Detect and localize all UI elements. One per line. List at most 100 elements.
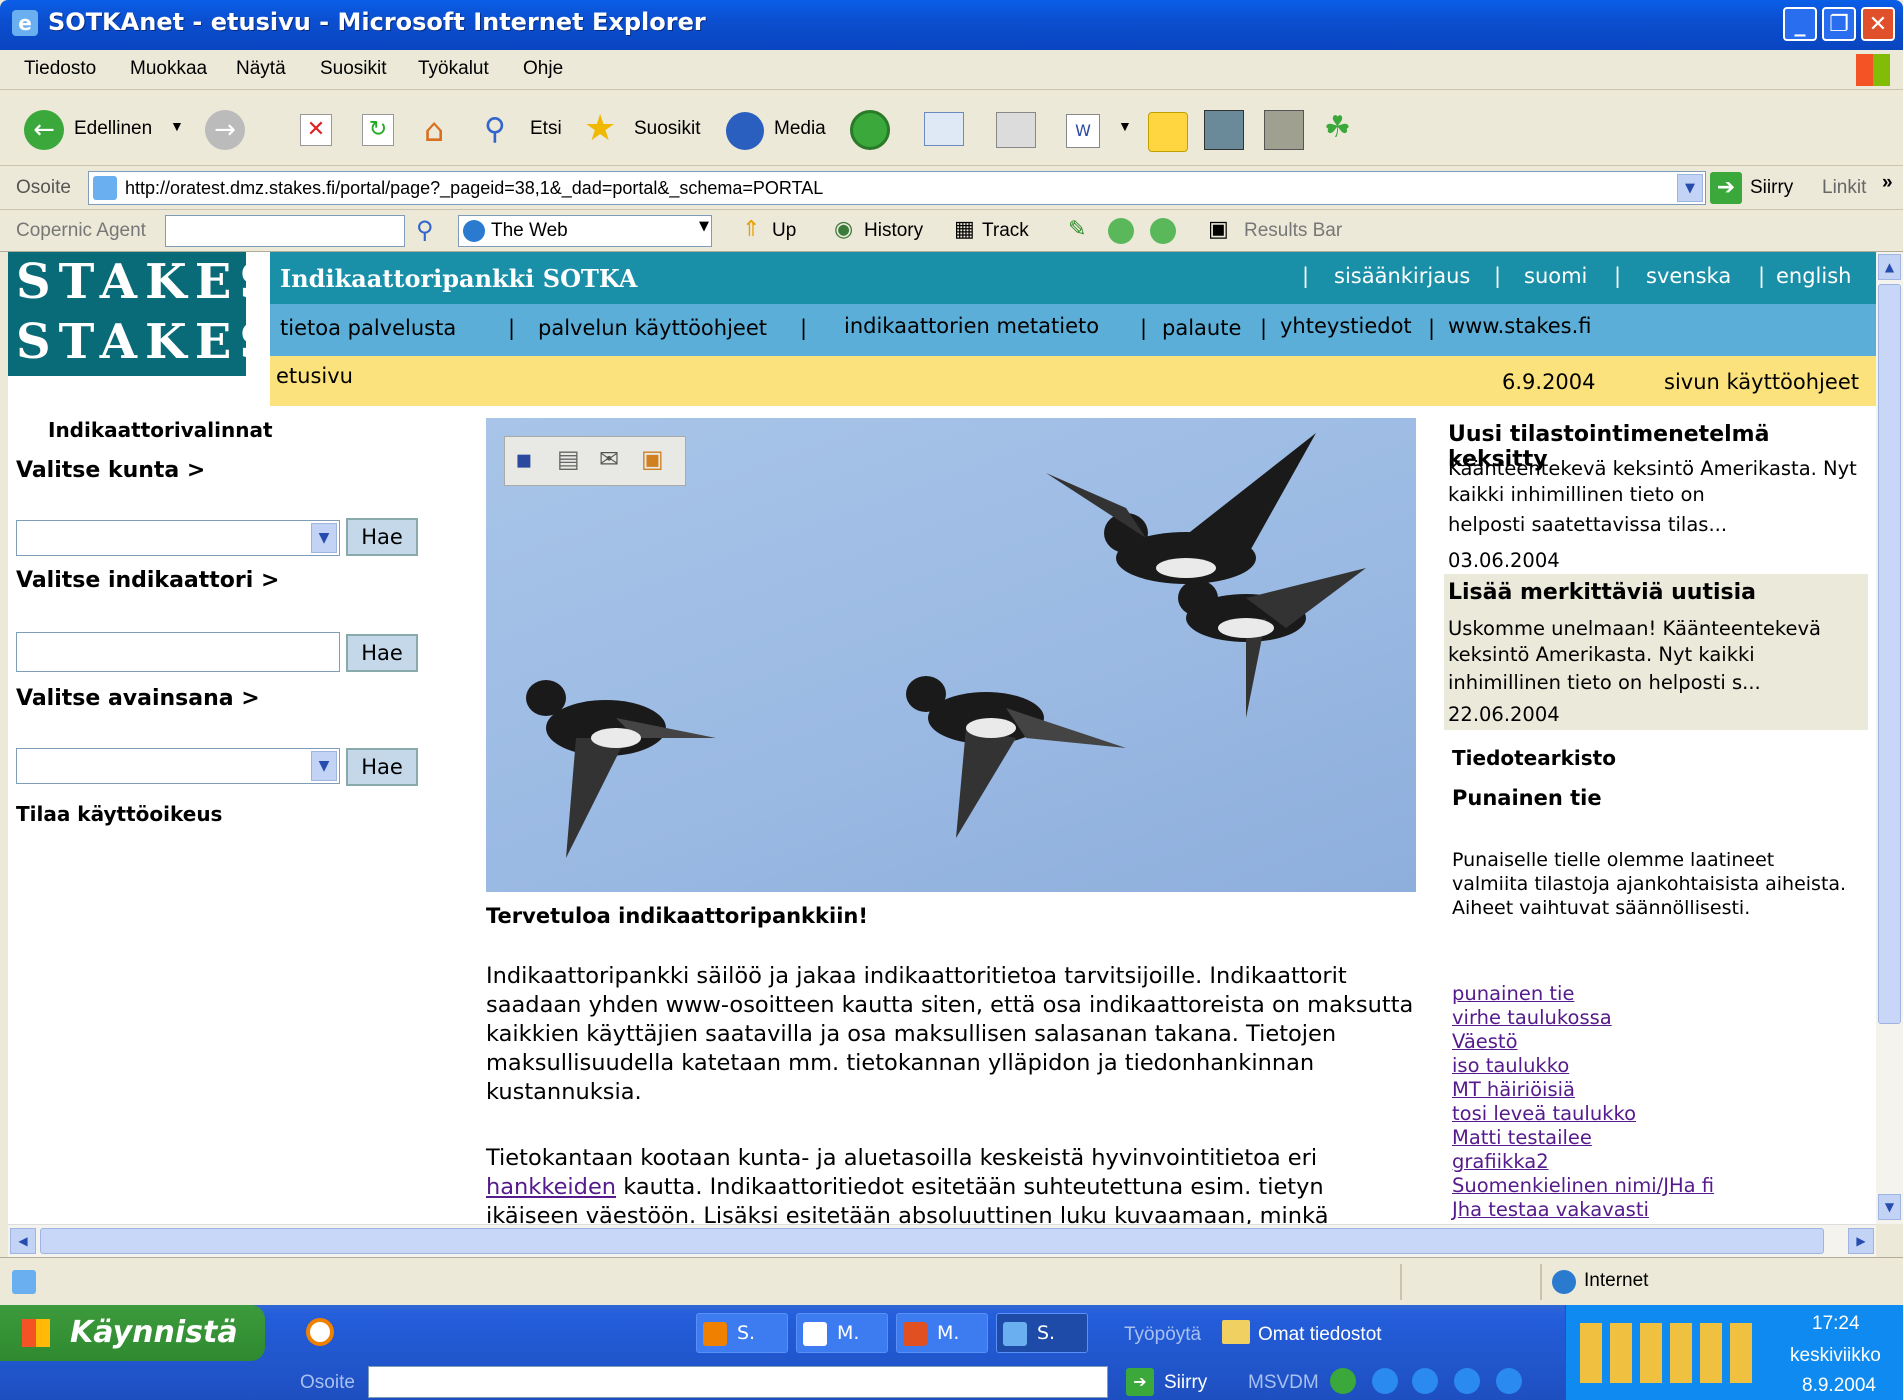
search-icon[interactable]: ⚲ [484, 110, 524, 150]
chevron-down-icon[interactable]: ▼ [311, 523, 337, 553]
up-arrow-icon[interactable]: ⇑ [742, 216, 760, 242]
history-icon[interactable] [850, 110, 890, 150]
hscroll-thumb[interactable] [40, 1228, 1824, 1254]
keyword-select[interactable]: ▼ [16, 748, 340, 784]
search-label[interactable]: Etsi [530, 118, 562, 140]
back-small-icon[interactable] [1108, 218, 1134, 244]
desktop-4-icon[interactable] [1454, 1368, 1480, 1394]
municipality-search-button[interactable]: Hae [346, 518, 418, 556]
up-label[interactable]: Up [772, 220, 796, 242]
indicator-search-button[interactable]: Hae [346, 634, 418, 672]
stop-icon[interactable]: ✕ [300, 114, 332, 146]
history-small-icon[interactable]: ◉ [834, 216, 853, 242]
menu-edit[interactable]: Muokkaa [130, 58, 207, 80]
menu-help[interactable]: Ohje [523, 58, 563, 80]
taskbar-go-label[interactable]: Siirry [1164, 1372, 1207, 1394]
track-icon[interactable]: ▦ [954, 216, 975, 242]
forward-icon[interactable]: → [205, 110, 245, 150]
menu-file[interactable]: Tiedosto [24, 58, 96, 80]
links-label[interactable]: Linkit [1822, 177, 1866, 199]
research-icon[interactable] [1204, 110, 1244, 150]
mydocs-label[interactable]: Omat tiedostot [1258, 1324, 1382, 1346]
desktop-2-icon[interactable] [1372, 1368, 1398, 1394]
archive-link[interactable]: iso taulukko [1452, 1054, 1872, 1078]
copernic-search-icon[interactable]: ⚲ [416, 216, 434, 245]
select-indicator-label[interactable]: Valitse indikaattori > [16, 568, 279, 593]
order-access-link[interactable]: Tilaa käyttöoikeus [16, 802, 222, 826]
back-icon[interactable]: ← [24, 110, 64, 150]
taskbar-go-icon[interactable]: ➔ [1126, 1368, 1154, 1396]
nav-help[interactable]: palvelun käyttöohjeet [538, 316, 767, 340]
desktop-5-icon[interactable] [1496, 1368, 1522, 1394]
messenger-icon[interactable] [1148, 112, 1188, 152]
home-icon[interactable]: ⌂ [414, 110, 454, 150]
news-title-2[interactable]: Lisää merkittäviä uutisia [1448, 580, 1756, 605]
nav-contact[interactable]: yhteystiedot [1280, 314, 1412, 338]
menu-favorites[interactable]: Suosikit [320, 58, 387, 80]
forward-small-icon[interactable] [1150, 218, 1176, 244]
chevron-down-icon[interactable]: ▼ [311, 751, 337, 781]
taskbar-button[interactable]: M. [796, 1313, 888, 1353]
lang-en-link[interactable]: english [1776, 264, 1851, 288]
keyword-search-button[interactable]: Hae [346, 748, 418, 786]
select-municipality-label[interactable]: Valitse kunta > [16, 458, 205, 483]
quicklaunch-icon[interactable] [306, 1318, 334, 1346]
archive-title[interactable]: Tiedotearkisto [1452, 746, 1616, 770]
archive-link[interactable]: grafiikka2 [1452, 1150, 1872, 1174]
refresh-icon[interactable]: ↻ [362, 114, 394, 146]
close-button[interactable]: ✕ [1861, 7, 1895, 41]
desktop-3-icon[interactable] [1412, 1368, 1438, 1394]
tray-icons[interactable] [1580, 1323, 1760, 1383]
select-keyword-label[interactable]: Valitse avainsana > [16, 686, 260, 711]
scroll-left-icon[interactable]: ◀ [10, 1228, 36, 1254]
nav-feedback[interactable]: palaute [1162, 316, 1241, 340]
word-icon[interactable]: W [1066, 114, 1100, 148]
scroll-down-icon[interactable]: ▼ [1878, 1194, 1901, 1220]
login-link[interactable]: sisäänkirjaus [1334, 264, 1470, 288]
favorites-label[interactable]: Suosikit [634, 118, 701, 140]
tools-icon[interactable] [1264, 110, 1304, 150]
engine-dropdown-icon[interactable]: ▼ [699, 219, 709, 234]
lang-fi-link[interactable]: suomi [1524, 264, 1587, 288]
start-button[interactable]: Käynnistä [0, 1305, 265, 1361]
minimize-button[interactable]: _ [1783, 7, 1817, 41]
nav-about[interactable]: tietoa palvelusta [280, 316, 456, 340]
track-label[interactable]: Track [982, 220, 1029, 242]
go-label[interactable]: Siirry [1750, 177, 1793, 199]
print-icon[interactable] [996, 112, 1036, 148]
results-bar-label[interactable]: Results Bar [1244, 220, 1342, 242]
address-dropdown-icon[interactable]: ▼ [1677, 174, 1703, 202]
archive-link[interactable]: punainen tie [1452, 982, 1872, 1006]
page-help-link[interactable]: sivun käyttöohjeet [1664, 370, 1859, 394]
maximize-button[interactable]: ❐ [1822, 7, 1856, 41]
taskbar-button[interactable]: S. [696, 1313, 788, 1353]
archive-link[interactable]: tosi leveä taulukko [1452, 1102, 1872, 1126]
back-label[interactable]: Edellinen [74, 118, 152, 140]
breadcrumb[interactable]: etusivu [276, 364, 353, 388]
indicator-input[interactable] [16, 632, 340, 672]
menu-view[interactable]: Näytä [236, 58, 286, 80]
taskbar-button[interactable]: M. [896, 1313, 988, 1353]
edit-dropdown-icon[interactable]: ▼ [1118, 118, 1132, 134]
go-icon[interactable]: ➔ [1710, 172, 1742, 204]
nav-metadata[interactable]: indikaattorien metatieto [844, 314, 1099, 338]
archive-link[interactable]: Väestö [1452, 1030, 1872, 1054]
lang-sv-link[interactable]: svenska [1646, 264, 1731, 288]
media-icon[interactable] [726, 112, 764, 150]
scroll-right-icon[interactable]: ▶ [1848, 1228, 1874, 1254]
archive-link[interactable]: Jha testaa vakavasti [1452, 1198, 1872, 1222]
archive-link[interactable]: virhe taulukossa [1452, 1006, 1872, 1030]
users-icon[interactable]: ☘ [1324, 110, 1368, 150]
taskbar-button-active[interactable]: S. [996, 1313, 1088, 1353]
municipality-select[interactable]: ▼ [16, 520, 340, 556]
history-label[interactable]: History [864, 220, 923, 242]
engine-select[interactable]: The Web ▼ [458, 215, 712, 247]
results-bar-icon[interactable]: ▣ [1208, 216, 1229, 242]
desktop-1-icon[interactable] [1330, 1368, 1356, 1394]
scroll-up-icon[interactable]: ▲ [1878, 254, 1901, 280]
desktop-label[interactable]: Työpöytä [1124, 1324, 1201, 1346]
projects-link[interactable]: hankkeiden [486, 1174, 616, 1200]
chevron-more-icon[interactable]: » [1882, 172, 1893, 194]
nav-stakes[interactable]: www.stakes.fi [1448, 314, 1592, 338]
archive-link[interactable]: Matti testailee [1452, 1126, 1872, 1150]
